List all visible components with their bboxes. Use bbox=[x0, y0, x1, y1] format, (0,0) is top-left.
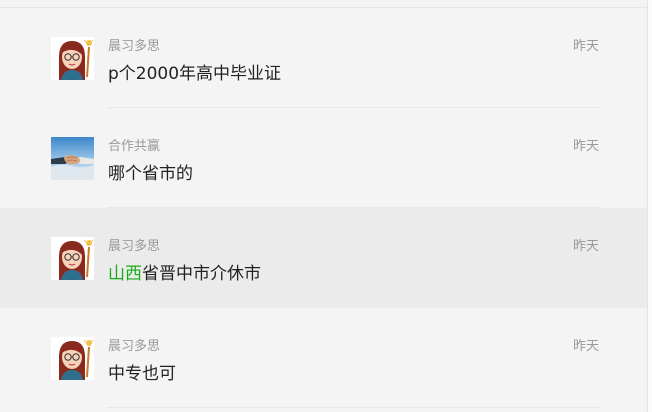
divider bbox=[107, 407, 600, 408]
handshake-avatar[interactable] bbox=[51, 137, 94, 180]
sender-name: 晨习多思 bbox=[108, 239, 161, 254]
message-time: 昨天 bbox=[572, 239, 599, 254]
message-item[interactable]: 晨习多思 昨天 p个2000年高中毕业证 bbox=[0, 8, 647, 108]
message-time: 昨天 bbox=[572, 339, 599, 354]
keyword-highlight[interactable]: 山西 bbox=[108, 264, 142, 284]
sender-name: 晨习多思 bbox=[108, 339, 161, 354]
message-time: 昨天 bbox=[572, 139, 599, 154]
girl-cartoon-avatar[interactable] bbox=[51, 237, 94, 280]
sender-name: 晨习多思 bbox=[108, 39, 161, 54]
girl-cartoon-avatar[interactable] bbox=[51, 37, 94, 80]
message-list: 晨习多思 昨天 p个2000年高中毕业证 合作共赢 昨天 哪个省市的 晨习多思 … bbox=[0, 8, 647, 408]
message-text-rest: 省晋中市介休市 bbox=[142, 264, 261, 284]
message-item[interactable]: 晨习多思 昨天 中专也可 bbox=[0, 308, 647, 408]
top-divider bbox=[0, 0, 648, 8]
sender-name: 合作共赢 bbox=[108, 139, 161, 154]
message-text: p个2000年高中毕业证 bbox=[108, 64, 282, 84]
message-item[interactable]: 合作共赢 昨天 哪个省市的 bbox=[0, 108, 647, 208]
message-time: 昨天 bbox=[572, 39, 599, 54]
girl-cartoon-avatar[interactable] bbox=[51, 337, 94, 380]
message-item-selected[interactable]: 晨习多思 昨天 山西省晋中市介休市 bbox=[0, 208, 647, 308]
scrollbar-track[interactable] bbox=[647, 0, 652, 412]
message-text: 哪个省市的 bbox=[108, 164, 193, 184]
message-text: 中专也可 bbox=[108, 364, 176, 384]
message-text: 山西省晋中市介休市 bbox=[108, 259, 261, 284]
